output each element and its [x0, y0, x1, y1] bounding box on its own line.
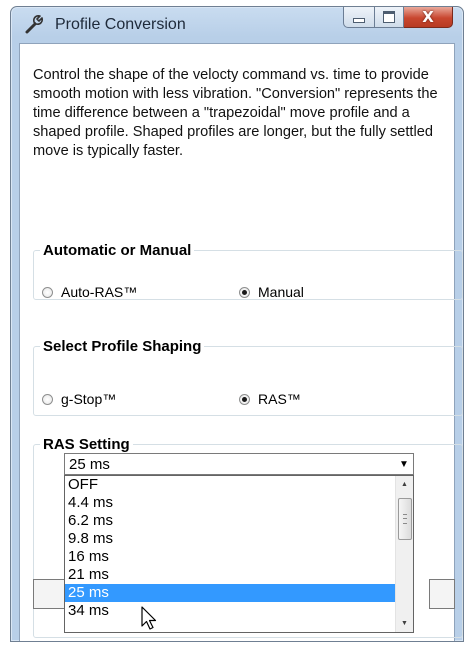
- ras-setting-combo[interactable]: 25 ms ▼: [64, 453, 414, 475]
- dropdown-option[interactable]: 21 ms: [65, 566, 395, 584]
- mouse-pointer-icon: [141, 606, 157, 630]
- ras-setting-dropdown-list[interactable]: OFF 4.4 ms 6.2 ms 9.8 ms 16 ms 21 ms 25 ms 34 m…: [64, 475, 414, 633]
- minimize-icon: [353, 17, 365, 23]
- dropdown-option[interactable]: 4.4 ms: [65, 494, 395, 512]
- title-bar[interactable]: Profile Conversion X: [11, 7, 463, 43]
- dropdown-option[interactable]: 25 ms: [65, 584, 395, 602]
- dropdown-option[interactable]: OFF: [65, 476, 395, 494]
- dropdown-option[interactable]: 16 ms: [65, 548, 395, 566]
- radio-label: Auto-RAS™: [61, 284, 138, 300]
- minimize-button[interactable]: [343, 7, 375, 28]
- scroll-up-icon[interactable]: ▲: [396, 476, 413, 493]
- auto-ras-radio[interactable]: Auto-RAS™: [42, 284, 137, 300]
- partially-hidden-button-right[interactable]: [429, 579, 455, 609]
- maximize-button[interactable]: [375, 7, 404, 28]
- grip-icon: [403, 514, 407, 524]
- window-title: Profile Conversion: [55, 16, 186, 33]
- radio-circle: [42, 393, 53, 405]
- wrench-icon: [25, 15, 43, 34]
- dropdown-option[interactable]: 9.8 ms: [65, 530, 395, 548]
- close-button[interactable]: X: [404, 7, 453, 28]
- partially-hidden-button-left[interactable]: [33, 579, 67, 609]
- scroll-down-icon[interactable]: ▼: [396, 615, 413, 632]
- group-legend: Automatic or Manual: [43, 242, 192, 259]
- dropdown-scrollbar[interactable]: ▲ ▼: [395, 476, 413, 632]
- maximize-icon: [383, 11, 395, 23]
- group-legend: Select Profile Shaping: [43, 338, 202, 355]
- radio-label: Manual: [258, 284, 304, 300]
- ras-radio[interactable]: RAS™: [239, 391, 301, 407]
- dropdown-options: OFF 4.4 ms 6.2 ms 9.8 ms 16 ms 21 ms 25 ms 34 m…: [65, 476, 395, 620]
- combo-value: 25 ms: [69, 456, 110, 473]
- g-stop-radio[interactable]: g-Stop™: [42, 391, 116, 407]
- dropdown-option[interactable]: 34 ms: [65, 602, 395, 620]
- radio-label: g-Stop™: [61, 391, 117, 407]
- radio-circle: [239, 286, 250, 298]
- radio-circle: [42, 286, 53, 298]
- radio-circle: [239, 393, 250, 405]
- close-icon: X: [422, 8, 434, 26]
- dropdown-option[interactable]: 6.2 ms: [65, 512, 395, 530]
- scroll-thumb[interactable]: [398, 498, 412, 540]
- description-text: Control the shape of the velocty command…: [33, 67, 438, 159]
- group-legend: RAS Setting: [43, 436, 130, 453]
- manual-radio[interactable]: Manual: [239, 284, 304, 300]
- caption-buttons: X: [343, 7, 453, 29]
- radio-label: RAS™: [258, 391, 301, 407]
- chevron-down-icon[interactable]: ▼: [395, 454, 413, 474]
